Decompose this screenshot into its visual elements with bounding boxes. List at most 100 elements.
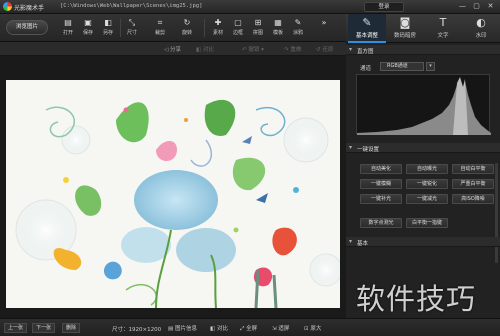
tab-basic-adjust[interactable]: ✎ 基本调整 xyxy=(348,14,386,43)
fullscreen-button[interactable]: ⤢ 全屏 xyxy=(240,324,257,333)
collage-label: 拼图 xyxy=(252,30,263,36)
doodle-button[interactable]: ✎ 涂鸦 xyxy=(288,18,308,40)
wallpaper-image xyxy=(6,80,340,308)
more-tools-button[interactable]: » xyxy=(314,18,334,40)
save-icon: ▣ xyxy=(84,18,92,27)
compare-icon: ◧ xyxy=(196,47,203,53)
auto-enhance-button[interactable]: 自动美化 xyxy=(360,164,402,174)
fit-screen-label: 适屏 xyxy=(278,326,290,332)
text-icon: T xyxy=(439,16,447,29)
template-button[interactable]: ▦ 模板 xyxy=(268,18,288,40)
restore-button[interactable]: ↺ 还原 xyxy=(316,45,333,53)
border-icon: ▢ xyxy=(234,18,242,27)
doodle-icon: ✎ xyxy=(294,18,302,27)
border-button[interactable]: ▢ 边框 xyxy=(228,18,248,40)
status-compare-label: 对比 xyxy=(216,326,228,332)
image-info-button[interactable]: ▤ 图片信息 xyxy=(168,324,197,332)
save-button[interactable]: ▣ 保存 xyxy=(78,18,98,40)
next-image-button[interactable]: 下一张 xyxy=(32,323,56,333)
template-icon: ▦ xyxy=(274,18,282,27)
close-button[interactable]: ✕ xyxy=(485,2,496,11)
histogram-graph xyxy=(357,77,491,135)
reduce-light-button[interactable]: 一键减光 xyxy=(406,194,448,204)
main-toolbar: 浏览图片 ▤ 打开 ▣ 保存 ◧ 另存 ⤡ 尺寸 ⌗ 裁剪 ↻ 旋转 ✚ 素材 … xyxy=(0,14,346,42)
compare-icon: ◧ xyxy=(210,326,217,332)
adjust-icon: ✎ xyxy=(362,16,372,29)
channel-value: RGB通道 xyxy=(387,63,408,69)
rotate-icon: ↻ xyxy=(183,18,191,27)
info-icon: ▤ xyxy=(168,326,175,332)
tab-watermark[interactable]: ◐ 水印 xyxy=(462,14,500,43)
watermark-icon: ◐ xyxy=(476,16,486,29)
browse-label: 浏览图片 xyxy=(15,24,38,30)
share-button[interactable]: ◁ 分享 xyxy=(164,45,181,53)
resize-label: 尺寸 xyxy=(126,30,137,36)
histogram-section-header[interactable]: ▾ 直方图 xyxy=(346,45,500,55)
redo-button[interactable]: ↷ 重做 xyxy=(284,45,301,53)
fill-light-button[interactable]: 一键补光 xyxy=(360,194,402,204)
save-as-button[interactable]: ◧ 另存 xyxy=(98,18,118,40)
panel-scrollbar[interactable] xyxy=(495,163,498,263)
action-bar: ◁ 分享 ◧ 对比 ↶ 撤销 ▾ ↷ 重做 ↺ 还原 xyxy=(0,42,346,56)
one-click-sharpen-button[interactable]: 一键锐化 xyxy=(406,179,448,189)
status-compare-button[interactable]: ◧ 对比 xyxy=(210,324,228,332)
right-panel-tabs: ✎ 基本调整 ◙ 数码暗房 T 文字 ◐ 水印 xyxy=(346,14,500,43)
file-path: [C:\Windows\Web\Wallpaper\Scenes\img25.j… xyxy=(60,3,203,9)
save-as-label: 另存 xyxy=(102,30,113,36)
rotate-button[interactable]: ↻ 旋转 xyxy=(177,18,197,40)
toolbar-separator xyxy=(204,19,205,37)
rotate-label: 旋转 xyxy=(181,30,192,36)
prev-image-button[interactable]: 上一张 xyxy=(4,323,28,333)
image-canvas[interactable] xyxy=(0,56,346,318)
compare-toggle[interactable]: ◧ 对比 xyxy=(196,45,214,53)
login-button[interactable]: 登录 xyxy=(364,2,404,12)
watermark-text: 软件技巧 xyxy=(356,282,477,316)
compare-label: 对比 xyxy=(202,47,214,53)
restore-label: 还原 xyxy=(322,47,334,53)
material-label: 素材 xyxy=(212,30,223,36)
open-button[interactable]: ▤ 打开 xyxy=(58,18,78,40)
fit-screen-button[interactable]: ⇲ 适屏 xyxy=(272,324,289,332)
login-label: 登录 xyxy=(378,4,390,10)
doodle-label: 涂鸦 xyxy=(292,30,303,36)
auto-exposure-button[interactable]: 自动曝光 xyxy=(406,164,448,174)
delete-button[interactable]: 删除 xyxy=(62,323,81,333)
original-size-button[interactable]: ⊡ 原大 xyxy=(304,324,321,332)
histogram xyxy=(356,74,491,135)
tab-basic-adjust-label: 基本调整 xyxy=(355,33,378,39)
template-label: 模板 xyxy=(272,30,283,36)
channel-select[interactable]: RGB通道 xyxy=(380,62,424,71)
basic-section-header[interactable]: ▾ 基本 xyxy=(346,237,500,247)
one-click-section-header[interactable]: ▾ 一键设置 xyxy=(346,143,500,153)
crop-button[interactable]: ⌗ 裁剪 xyxy=(150,18,170,40)
share-label: 分享 xyxy=(169,47,181,53)
undo-button[interactable]: ↶ 撤销 ▾ xyxy=(242,45,264,53)
image-info-label: 图片信息 xyxy=(174,326,197,332)
browse-images-button[interactable]: 浏览图片 xyxy=(6,20,48,35)
collapse-arrow-icon: ▾ xyxy=(349,144,353,151)
one-click-blur-button[interactable]: 一键模糊 xyxy=(360,179,402,189)
original-size-label: 原大 xyxy=(310,326,322,332)
tab-watermark-label: 水印 xyxy=(475,33,487,39)
tab-digital-darkroom[interactable]: ◙ 数码暗房 xyxy=(386,14,424,43)
restore-button[interactable]: ▢ xyxy=(471,2,482,11)
tab-text[interactable]: T 文字 xyxy=(424,14,462,43)
strong-white-balance-button[interactable]: 严重白平衡 xyxy=(452,179,494,189)
material-button[interactable]: ✚ 素材 xyxy=(208,18,228,40)
spot-metering-button[interactable]: 数字点测光 xyxy=(360,218,402,228)
collage-button[interactable]: ⊞ 拼图 xyxy=(248,18,268,40)
app-logo-icon xyxy=(3,2,12,11)
high-iso-denoise-button[interactable]: 高ISO降噪 xyxy=(452,194,494,204)
auto-white-balance-button[interactable]: 自动白平衡 xyxy=(452,164,494,174)
basic-title: 基本 xyxy=(357,241,369,247)
white-balance-picker-button[interactable]: 白平衡一指键 xyxy=(406,218,448,228)
chevron-down-icon[interactable]: ▾ xyxy=(426,62,435,71)
material-icon: ✚ xyxy=(214,18,222,27)
open-icon: ▤ xyxy=(64,18,72,27)
save-as-icon: ◧ xyxy=(104,18,112,27)
minimize-button[interactable]: — xyxy=(457,2,468,11)
collage-icon: ⊞ xyxy=(254,18,262,27)
histogram-title: 直方图 xyxy=(357,49,374,55)
resize-button[interactable]: ⤡ 尺寸 xyxy=(122,18,142,40)
chevron-right-icon: » xyxy=(321,18,327,27)
